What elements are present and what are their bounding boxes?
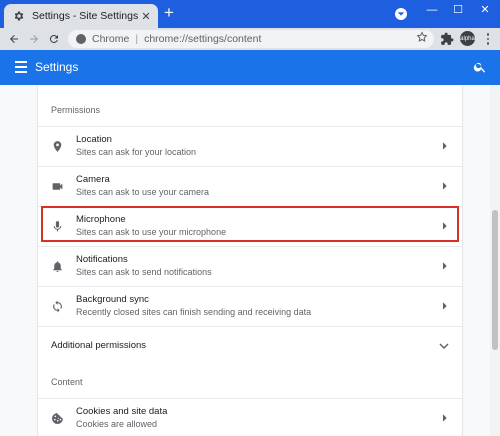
- gear-icon: [14, 11, 24, 21]
- url-text[interactable]: chrome://settings/content: [144, 33, 261, 45]
- chevron-down-icon: [397, 12, 405, 16]
- site-settings-card: Permissions Location Sites can ask for y…: [38, 85, 462, 436]
- microphone-highlight-box: [41, 206, 459, 242]
- page-scrollbar[interactable]: [490, 85, 500, 436]
- chevron-right-icon: [442, 182, 447, 190]
- settings-header: Settings: [0, 50, 500, 85]
- address-bar[interactable]: Chrome | chrome://settings/content: [68, 30, 434, 48]
- row-label: Notifications: [76, 254, 128, 265]
- avatar[interactable]: alpha: [460, 31, 475, 46]
- back-button[interactable]: [6, 31, 22, 47]
- more-menu-icon[interactable]: [482, 31, 494, 47]
- chevron-down-icon: [439, 343, 449, 350]
- scrollbar-thumb[interactable]: [492, 210, 498, 350]
- content-row-cookies[interactable]: Cookies and site data Cookies are allowe…: [38, 398, 462, 436]
- permission-row-notifications[interactable]: Notifications Sites can ask to send noti…: [38, 246, 462, 286]
- tab-strip: Settings - Site Settings ✕ + — ☐ ✕: [0, 0, 500, 28]
- row-subtitle: Sites can ask to send notifications: [76, 267, 212, 277]
- row-subtitle: Cookies are allowed: [76, 419, 158, 429]
- sync-icon: [53, 300, 62, 313]
- row-label: Camera: [76, 174, 110, 185]
- hamburger-menu-icon[interactable]: [15, 61, 27, 73]
- row-subtitle: Sites can ask for your location: [76, 147, 197, 157]
- row-label: Cookies and site data: [76, 406, 168, 417]
- camera-icon: [52, 183, 63, 190]
- additional-permissions-row[interactable]: Additional permissions: [38, 326, 462, 366]
- row-label: Location: [76, 134, 112, 145]
- bell-icon: [53, 261, 62, 272]
- location-pin-icon: [53, 141, 62, 152]
- new-tab-button[interactable]: +: [162, 4, 176, 21]
- permission-row-background-sync[interactable]: Background sync Recently closed sites ca…: [38, 286, 462, 326]
- cookie-icon: [52, 413, 63, 424]
- maximize-button[interactable]: ☐: [449, 2, 467, 18]
- content-section-title: Content: [51, 377, 83, 387]
- url-separator: |: [135, 33, 139, 45]
- arrow-right-icon: [30, 35, 38, 43]
- row-subtitle: Sites can ask to use your camera: [76, 187, 210, 197]
- forward-button[interactable]: [26, 31, 42, 47]
- row-label: Background sync: [76, 294, 149, 305]
- row-subtitle: Recently closed sites can finish sending…: [76, 307, 312, 317]
- site-info-icon[interactable]: [76, 34, 86, 44]
- tab-title: Settings - Site Settings: [32, 10, 139, 22]
- arrow-left-icon: [10, 35, 18, 43]
- reload-icon: [49, 35, 58, 44]
- tab-close-icon[interactable]: ✕: [140, 10, 152, 23]
- reload-button[interactable]: [46, 31, 62, 47]
- chevron-right-icon: [442, 142, 447, 150]
- row-label: Additional permissions: [51, 340, 147, 351]
- site-label: Chrome: [92, 33, 130, 45]
- puzzle-icon[interactable]: [440, 32, 454, 46]
- tab-settings[interactable]: Settings - Site Settings ✕: [4, 4, 158, 28]
- chevron-right-icon: [442, 302, 447, 310]
- permissions-section-title: Permissions: [51, 105, 101, 115]
- profile-menu-icon[interactable]: [395, 8, 407, 20]
- browser-toolbar: Chrome | chrome://settings/content alpha: [0, 28, 500, 50]
- chevron-right-icon: [442, 262, 447, 270]
- minimize-button[interactable]: —: [423, 2, 441, 18]
- page-title: Settings: [35, 60, 79, 74]
- star-icon[interactable]: [416, 31, 428, 43]
- permission-row-location[interactable]: Location Sites can ask for your location: [38, 126, 462, 166]
- settings-main: Permissions Location Sites can ask for y…: [0, 85, 500, 436]
- chevron-right-icon: [442, 414, 447, 422]
- search-icon[interactable]: [473, 60, 487, 74]
- permission-row-camera[interactable]: Camera Sites can ask to use your camera: [38, 166, 462, 206]
- close-window-button[interactable]: ✕: [476, 2, 494, 18]
